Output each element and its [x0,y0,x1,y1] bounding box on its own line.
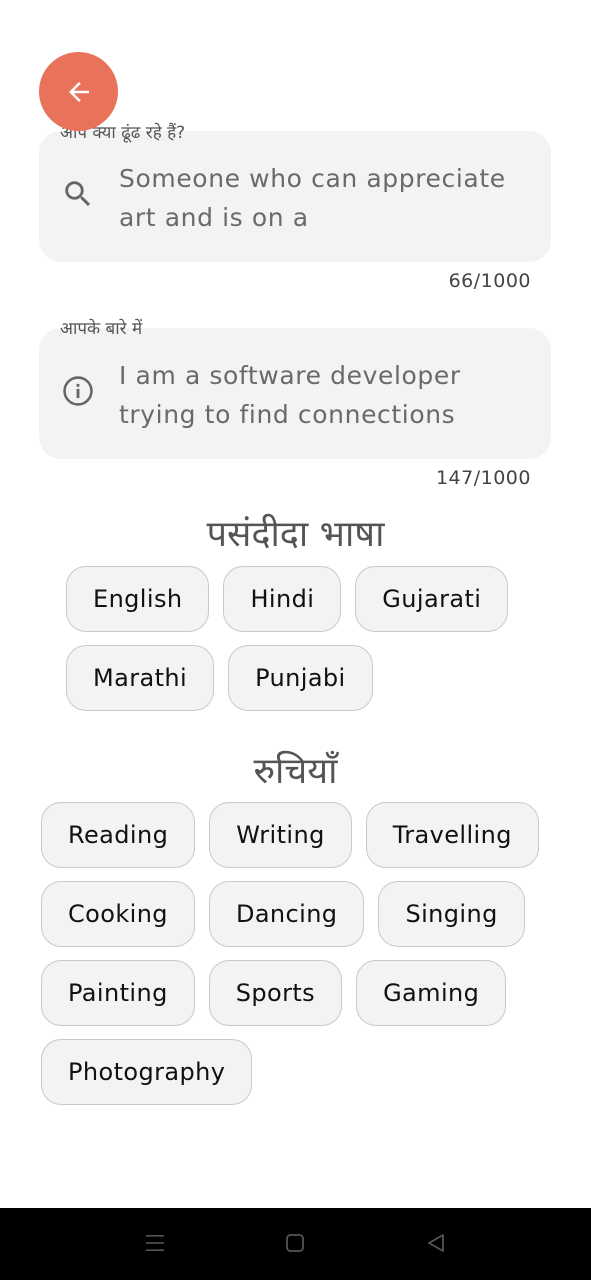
interest-chip[interactable]: Gaming [356,960,507,1026]
about-char-counter: 147/1000 [435,467,531,489]
interest-chip[interactable]: Painting [41,960,195,1026]
info-icon [61,374,95,408]
languages-title: पसंदीदा भाषा [206,514,385,555]
interest-chip-list: Reading Writing Travelling Cooking Danci… [41,802,553,1105]
about-field-value[interactable]: I am a software developer trying to find… [119,356,519,436]
interest-chip[interactable]: Dancing [208,881,365,947]
interest-chip[interactable]: Travelling [365,802,539,868]
system-navigation-bar [0,1208,591,1280]
menu-icon[interactable] [142,1230,168,1256]
language-chip[interactable]: Marathi [66,645,215,711]
interest-chip[interactable]: Photography [41,1039,253,1105]
search-icon [61,177,95,211]
interests-title: रुचियाँ [253,751,338,792]
arrow-left-icon [68,81,89,102]
about-field[interactable]: I am a software developer trying to find… [39,328,551,459]
language-chip[interactable]: Gujarati [355,566,509,632]
language-chip-list: English Hindi Gujarati Marathi Punjabi [66,566,536,711]
language-chip[interactable]: Punjabi [228,645,373,711]
back-button[interactable] [39,52,118,131]
search-field-value[interactable]: Someone who can appreciate art and is on… [119,159,519,239]
language-chip[interactable]: English [66,566,210,632]
interest-chip[interactable]: Cooking [41,881,195,947]
interest-chip[interactable]: Reading [41,802,196,868]
back-nav-icon[interactable] [423,1230,449,1256]
profile-preferences-screen: आप क्या ढूंढ रहे हैं? Someone who can ap… [0,0,591,1280]
interest-chip[interactable]: Writing [209,802,352,868]
search-field[interactable]: Someone who can appreciate art and is on… [39,131,551,262]
interest-chip[interactable]: Sports [208,960,343,1026]
language-chip[interactable]: Hindi [223,566,342,632]
about-field-label: आपके बारे में [60,319,143,339]
interest-chip[interactable]: Singing [378,881,525,947]
home-icon[interactable] [282,1230,308,1256]
search-char-counter: 66/1000 [448,270,531,292]
